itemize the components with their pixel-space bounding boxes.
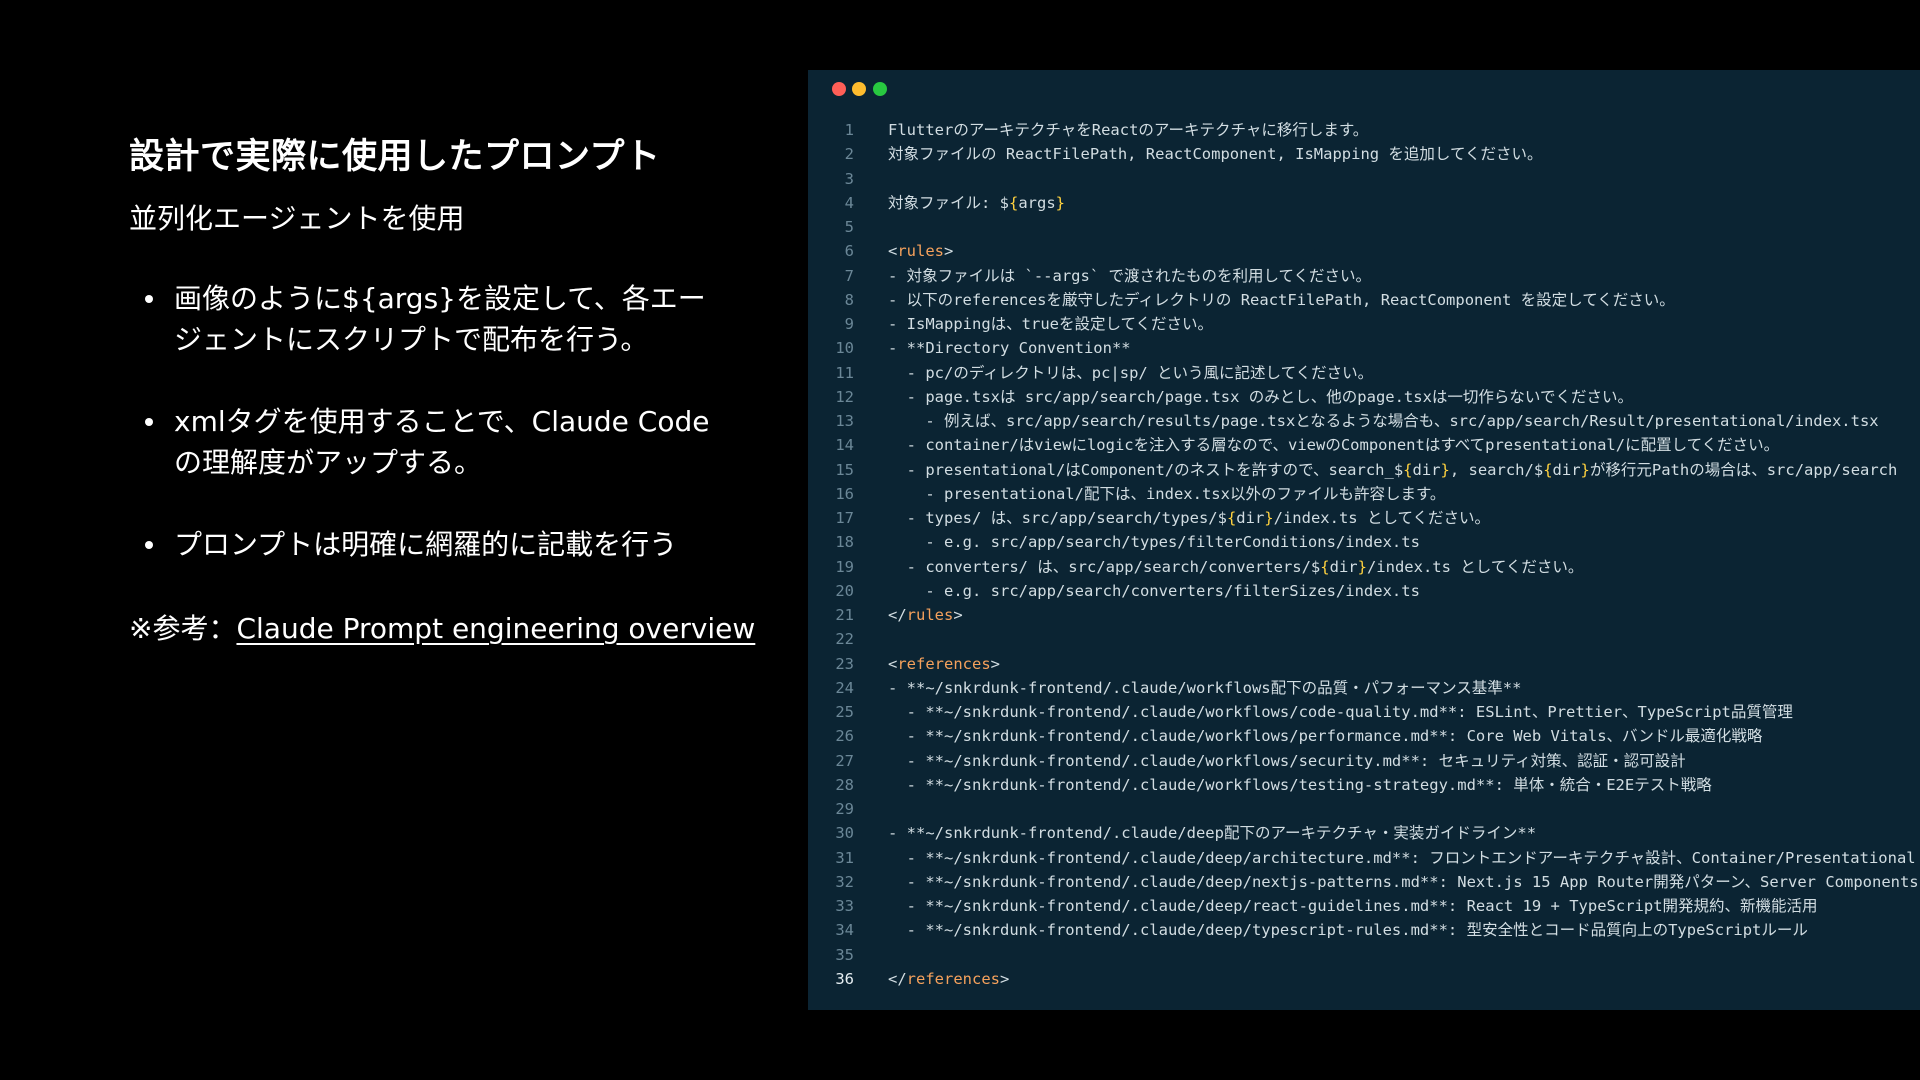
line-number: 30 xyxy=(835,824,854,843)
line-number: 14 xyxy=(835,436,854,455)
line-number: 34 xyxy=(835,921,854,940)
line-number: 21 xyxy=(835,606,854,624)
line-number: 4 xyxy=(844,193,854,212)
code-text: - **~/snkrdunk-frontend/.claude/workflow… xyxy=(888,703,1793,721)
line-number: 3 xyxy=(844,169,854,188)
code-text: - **~/snkrdunk-frontend/.claude/deep配下のア… xyxy=(888,824,1537,843)
line-number: 25 xyxy=(835,703,854,721)
line-number: 26 xyxy=(835,727,854,746)
code-text: - pc/のディレクトリは、pc|sp/ という風に記述してください。 xyxy=(888,363,1374,382)
code-text: - **~/snkrdunk-frontend/.claude/workflow… xyxy=(888,727,1763,746)
minimize-window-dot-icon[interactable] xyxy=(852,82,866,96)
code-text: - 以下のreferencesを厳守したディレクトリの ReactFilePat… xyxy=(888,290,1675,309)
line-number: 19 xyxy=(835,557,854,576)
code-text: - **~/snkrdunk-frontend/.claude/deep/arc… xyxy=(888,848,1916,867)
line-number: 29 xyxy=(835,800,854,818)
line-number: 22 xyxy=(835,630,854,649)
bullet-text-line: xmlタグを使用することで、Claude Code xyxy=(174,405,710,438)
code-text: - container/はviewにlogicを注入する層なので、viewのCo… xyxy=(888,436,1780,455)
bullet-item: プロンプトは明確に網羅的に記載を行う xyxy=(145,524,745,565)
line-number: 7 xyxy=(844,266,854,285)
code-text: - **~/snkrdunk-frontend/.claude/workflow… xyxy=(888,775,1712,794)
line-number: 2 xyxy=(844,145,854,164)
code-text: 対象ファイル: ${args} xyxy=(888,193,1066,212)
code-text: <references> xyxy=(888,654,1001,673)
window-titlebar xyxy=(808,70,1920,107)
line-number: 31 xyxy=(835,848,854,867)
code-text: - e.g. src/app/search/types/filterCondit… xyxy=(888,533,1420,552)
line-number: 6 xyxy=(844,242,854,261)
line-number: 20 xyxy=(835,581,854,600)
code-text: - **~/snkrdunk-frontend/.claude/deep/typ… xyxy=(888,921,1808,940)
line-number: 16 xyxy=(835,484,854,503)
line-number: 9 xyxy=(844,315,854,333)
bullet-item: xmlタグを使用することで、Claude Code の理解度がアップする。 xyxy=(145,401,745,483)
slide-subtitle: 並列化エージェントを使用 xyxy=(129,202,465,235)
maximize-window-dot-icon[interactable] xyxy=(873,82,887,96)
line-number: 11 xyxy=(835,363,854,382)
line-number: 35 xyxy=(835,945,854,964)
line-number: 27 xyxy=(835,751,854,770)
line-number: 36 xyxy=(835,969,854,988)
code-text: - types/ は、src/app/search/types/${dir}/i… xyxy=(888,509,1491,527)
code-text: - **~/snkrdunk-frontend/.claude/deep/nex… xyxy=(888,872,1919,891)
code-editor-window: 1 FlutterのアーキテクチャをReactのアーキテクチャに移行します。 2 対象… xyxy=(808,70,1920,1010)
bullet-item: 画像のように${args}を設定して、各エー ジェントにスクリプトで配布を行う。 xyxy=(145,278,745,360)
line-number: 33 xyxy=(835,897,854,915)
line-number: 1 xyxy=(844,121,854,139)
code-text: - page.tsxは src/app/search/page.tsx のみとし… xyxy=(888,387,1633,406)
code-text: - IsMappingは、trueを設定してください。 xyxy=(888,315,1214,333)
line-number: 18 xyxy=(835,533,854,552)
line-number: 12 xyxy=(835,387,854,406)
bullet-text-line: の理解度がアップする。 xyxy=(174,446,483,479)
line-number: 8 xyxy=(844,290,854,309)
code-text: - presentational/はComponent/のネストを許すので、se… xyxy=(888,460,1898,479)
reference-link[interactable]: Claude Prompt engineering overview xyxy=(236,612,755,645)
line-number: 32 xyxy=(835,872,854,891)
reference-prefix: ※参考： xyxy=(129,612,237,645)
code-text: - 例えば、src/app/search/results/page.tsxとなる… xyxy=(888,412,1879,430)
code-text: <rules> xyxy=(888,242,954,261)
code-text: - 対象ファイルは `--args` で渡されたものを利用してください。 xyxy=(888,266,1372,285)
line-number: 17 xyxy=(835,509,854,527)
code-text: </references> xyxy=(888,969,1010,988)
code-text: - **Directory Convention** xyxy=(888,339,1131,358)
code-text: FlutterのアーキテクチャをReactのアーキテクチャに移行します。 xyxy=(888,121,1369,139)
line-number: 10 xyxy=(835,339,854,358)
bullet-text-line: プロンプトは明確に網羅的に記載を行う xyxy=(174,528,678,561)
code-text: - presentational/配下は、index.tsx以外のファイルも許容… xyxy=(888,484,1446,503)
line-number: 23 xyxy=(835,654,854,673)
code-text: 対象ファイルの ReactFilePath, ReactComponent, I… xyxy=(888,145,1543,164)
close-window-dot-icon[interactable] xyxy=(832,82,846,96)
bullet-list: 画像のように${args}を設定して、各エー ジェントにスクリプトで配布を行う。… xyxy=(145,278,745,565)
code-text: </rules> xyxy=(888,606,963,624)
code-text: - **~/snkrdunk-frontend/.claude/deep/rea… xyxy=(888,897,1818,915)
line-number: 5 xyxy=(844,218,854,236)
code-text: - converters/ は、src/app/search/converter… xyxy=(888,557,1584,576)
bullet-text-line: ジェントにスクリプトで配布を行う。 xyxy=(174,323,649,356)
code-text: - **~/snkrdunk-frontend/.claude/workflow… xyxy=(888,751,1686,770)
code-text: - **~/snkrdunk-frontend/.claude/workflow… xyxy=(888,678,1522,697)
line-number: 13 xyxy=(835,412,854,430)
slide-title: 設計で実際に使用したプロンプト xyxy=(129,137,661,177)
line-number: 15 xyxy=(835,460,854,479)
code-text: - e.g. src/app/search/converters/filterS… xyxy=(888,581,1420,600)
bullet-text-line: 画像のように${args}を設定して、各エー xyxy=(174,282,706,315)
line-number: 24 xyxy=(835,678,854,697)
reference-note: ※参考：Claude Prompt engineering overview xyxy=(129,607,755,647)
line-number: 28 xyxy=(835,775,854,794)
